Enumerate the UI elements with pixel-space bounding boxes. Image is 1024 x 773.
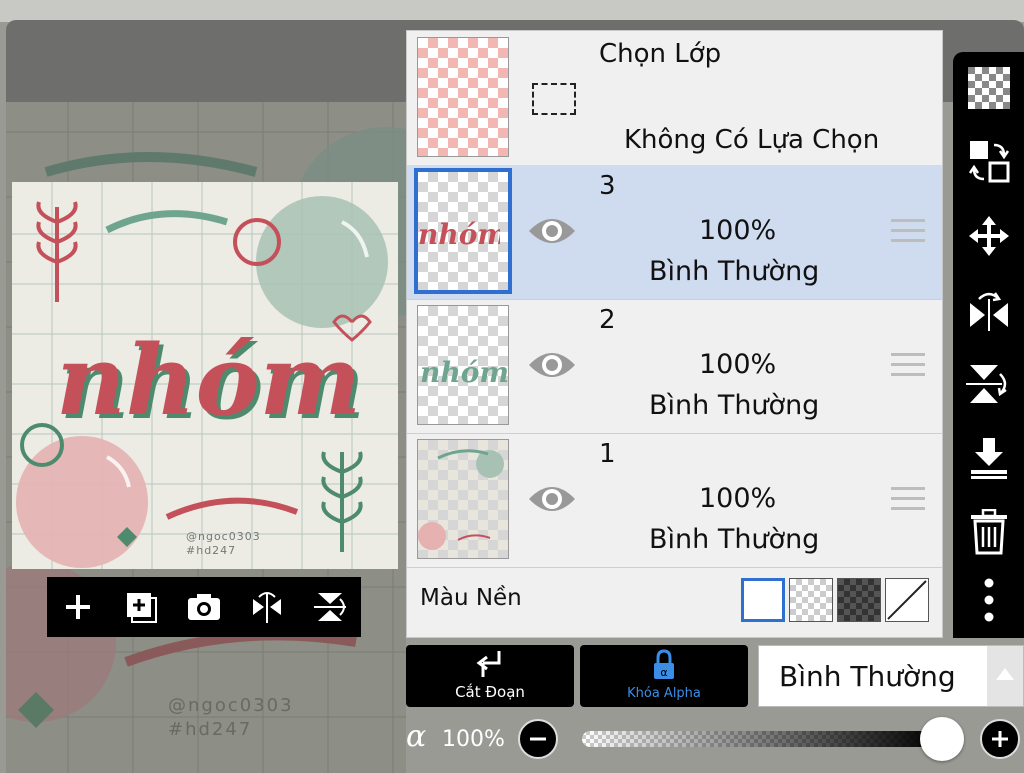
opacity-increase-button[interactable] [980,719,1020,759]
more-options-button[interactable] [963,574,1015,626]
svg-text:nhóm: nhóm [418,218,500,251]
alpha-lock-button[interactable]: α Khóa Alpha [580,645,748,707]
selection-layer-title: Chọn Lớp [599,39,722,69]
delete-layer-button[interactable] [963,506,1015,558]
window-border [0,0,1024,22]
flip-vertical-button[interactable] [308,585,352,629]
background-color-label: Màu Nền [420,585,522,611]
layer-number: 2 [599,305,616,335]
clipping-label: Cắt Đoạn [455,683,525,701]
background-color-row: Màu Nền [407,567,942,637]
import-photo-button[interactable] [182,585,226,629]
flip-vertical-icon [966,365,1007,403]
dropdown-arrow [987,646,1023,706]
preview-watermark: @ngoc0303 #hd247 [186,530,261,557]
layer-thumbnail-art: nhóm [420,356,509,389]
layer-blend-mode: Bình Thường [649,390,820,421]
layer-blend-mode: Bình Thường [649,524,820,555]
layer-row-2[interactable]: nhóm 2 100% Bình Thường [407,299,942,434]
alpha-lock-label: Khóa Alpha [627,686,701,701]
artwork: nhóm nhóm [12,182,398,569]
lock-icon: α [654,649,674,679]
move-arrows-icon [969,216,1009,256]
flip-horizontal-icon [252,592,281,623]
drag-handle-icon[interactable] [891,487,925,513]
canvas-watermark: @ngoc0303 #hd247 [168,695,294,740]
merge-down-icon [971,438,1007,479]
checkerboard-icon [968,67,1010,109]
merge-down-button[interactable] [963,432,1015,484]
layer-opacity: 100% [699,349,777,380]
eye-icon[interactable] [527,213,577,249]
layer-row-1[interactable]: 1 100% Bình Thường [407,433,942,568]
flip-horizontal-button[interactable] [245,585,289,629]
plus-icon [66,595,91,619]
blend-mode-select[interactable]: Bình Thường [758,645,1024,707]
none-slash-icon [887,580,927,620]
layer-opacity: 100% [699,215,777,246]
flip-vertical-tool-button[interactable] [963,358,1015,410]
selection-layer-row[interactable]: Chọn Lớp Không Có Lựa Chọn [407,31,942,166]
eye-icon[interactable] [527,347,577,383]
duplicate-layer-button[interactable] [119,585,163,629]
trash-icon [971,509,1007,555]
background-swatch-none[interactable] [885,578,929,622]
layers-panel: Chọn Lớp Không Có Lựa Chọn nhóm 3 100% B… [406,30,943,638]
background-swatch-dark[interactable] [837,578,881,622]
flip-vertical-icon [313,593,346,621]
layer-row-3[interactable]: nhóm 3 100% Bình Thường [407,165,942,300]
svg-text:α: α [660,666,667,679]
opacity-slider-knob[interactable] [920,717,964,761]
selection-layer-status: Không Có Lựa Chọn [624,125,880,155]
eye-icon[interactable] [527,481,577,517]
opacity-decrease-button[interactable] [518,719,558,759]
selection-thumbnail [417,37,509,157]
right-toolbar [953,52,1024,638]
layer-bottom-bar: Cắt Đoạn α Khóa Alpha Bình Thường α 100% [406,645,1024,773]
artwork-text: nhóm [56,324,361,437]
flip-horizontal-tool-button[interactable] [963,284,1015,336]
layer-action-toolbar [47,577,361,637]
more-vertical-icon [984,578,994,622]
layer-thumbnail-art [418,449,504,550]
layer-thumbnail: nhóm [414,168,512,294]
swap-layer-button[interactable] [963,136,1015,188]
layer-number: 3 [599,171,616,201]
add-layer-button[interactable] [56,585,100,629]
plus-icon [992,731,1008,747]
svg-text:nhóm: nhóm [420,356,508,389]
copy-layer-icon [127,593,158,623]
canvas-preview[interactable]: nhóm nhóm [12,182,398,569]
app-window: nhóm nhóm @ngoc0303 #hd247 @ngoc0303 #hd… [0,0,1024,773]
swap-icon [968,141,1010,183]
layer-thumbnail: nhóm [417,305,509,425]
layer-number: 1 [599,439,616,469]
transparency-button[interactable] [963,62,1015,114]
drag-handle-icon[interactable] [891,219,925,245]
alpha-symbol: α [406,719,427,754]
camera-icon [187,594,220,620]
layer-thumbnail [417,439,509,559]
blend-mode-value: Bình Thường [779,660,956,693]
layer-blend-mode: Bình Thường [649,256,820,287]
opacity-value: 100% [442,727,505,752]
triangle-up-icon [996,668,1014,680]
selection-icon [532,83,576,115]
flip-horizontal-icon [970,292,1008,331]
background-swatch-transparent[interactable] [789,578,833,622]
clip-arrow-icon [476,651,501,677]
layer-thumbnail-art: nhóm [418,218,507,251]
minus-icon [530,737,546,741]
layer-opacity: 100% [699,483,777,514]
opacity-slider[interactable] [582,731,938,747]
move-button[interactable] [963,210,1015,262]
background-swatch-white[interactable] [741,578,785,622]
clipping-button[interactable]: Cắt Đoạn [406,645,574,707]
drag-handle-icon[interactable] [891,353,925,379]
